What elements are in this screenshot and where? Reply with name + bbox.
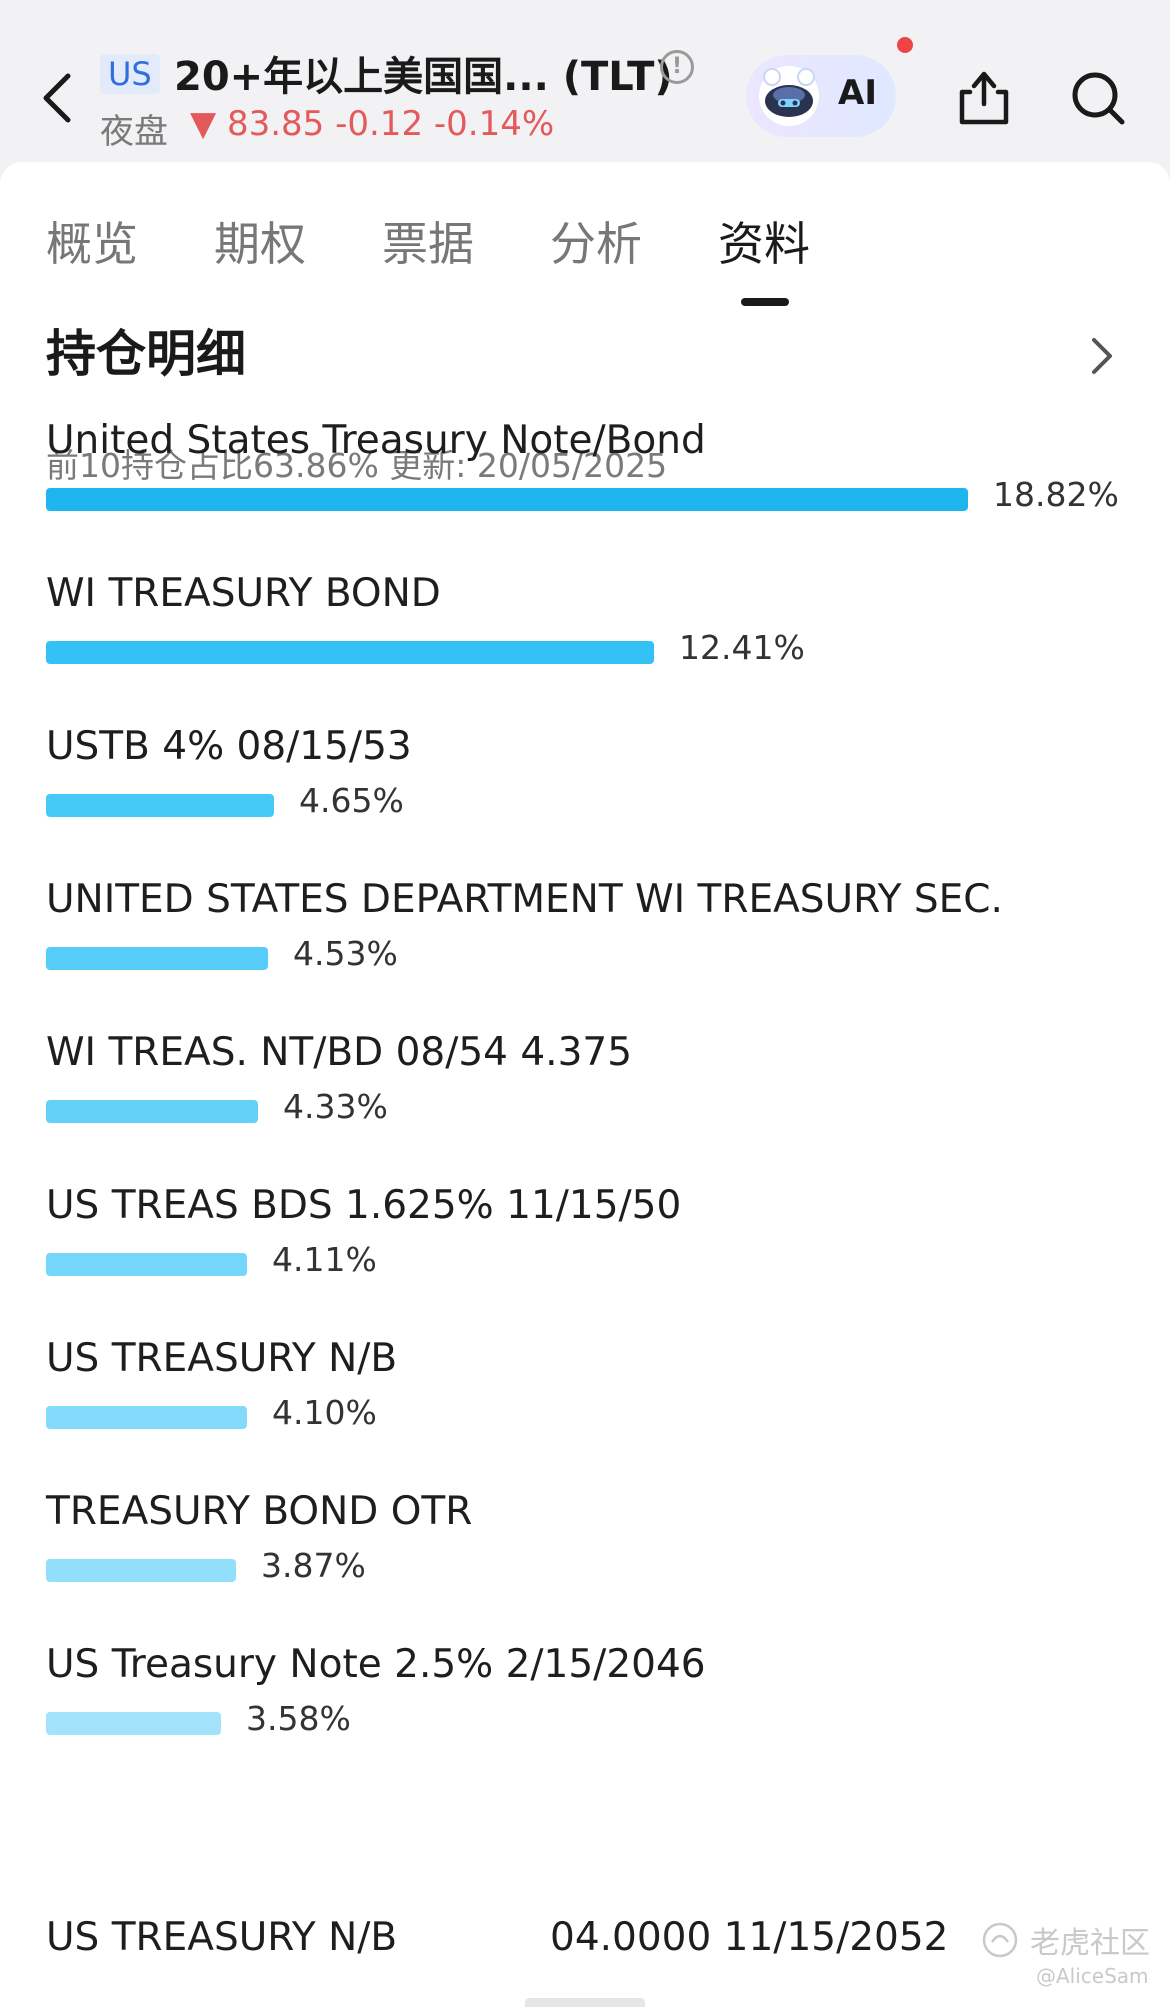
holding-weight-percent: 4.53% [293,934,398,973]
ai-assistant-button[interactable]: AI [746,55,896,137]
holding-row[interactable]: US TREAS BDS 1.625% 11/15/50 4.11% [46,1183,1136,1313]
holding-detail: 04.0000 11/15/2052 [550,1915,949,1960]
holding-weight-percent: 18.82% [993,475,1119,514]
holding-name: WI TREAS. NT/BD 08/54 4.375 [46,1030,633,1075]
watermark-user: @AliceSam [1036,1964,1149,1988]
holding-weight-bar [46,488,968,511]
stock-title[interactable]: 20+年以上美国国... (TLT) [174,44,673,102]
holding-weight-percent: 4.65% [299,781,404,820]
holding-row[interactable]: WI TREAS. NT/BD 08/54 4.375 4.33% [46,1030,1136,1160]
holding-row[interactable]: US TREASURY N/B 4.10% [46,1336,1136,1466]
holding-weight-percent: 4.11% [272,1240,377,1279]
holding-name: TREASURY BOND OTR [46,1489,473,1534]
holding-name: USTB 4% 08/15/53 [46,724,412,769]
trading-session-label: 夜盘 [100,112,168,152]
active-tab-indicator [741,298,789,306]
ai-label: AI [838,73,877,113]
search-icon[interactable] [1070,70,1126,126]
tab-notes[interactable]: 票据 [382,208,474,274]
chevron-right-icon[interactable] [1086,334,1116,378]
holding-row[interactable]: UNITED STATES DEPARTMENT WI TREASURY SEC… [46,877,1136,1007]
stock-header: US 20+年以上美国国... (TLT) ! 夜盘 ▼ 83.85 -0.12… [0,0,1170,162]
holding-name: US TREAS BDS 1.625% 11/15/50 [46,1183,682,1228]
tab-profile[interactable]: 资料 [718,208,810,274]
holding-row[interactable]: United States Treasury Note/Bond 18.82% [46,418,1136,548]
holding-weight-bar [46,1406,247,1429]
holding-row[interactable]: US Treasury Note 2.5% 2/15/2046 3.58% [46,1642,1136,1772]
holding-weight-percent: 12.41% [679,628,805,667]
watermark-brand: 老虎社区 [1030,1926,1150,1961]
info-icon[interactable]: ! [660,50,694,84]
market-region-tag: US [100,54,160,94]
tab-overview[interactable]: 概览 [46,208,138,274]
holding-weight-percent: 3.58% [246,1699,351,1738]
holding-weight-bar [46,1253,247,1276]
holding-row[interactable]: TREASURY BOND OTR 3.87% [46,1489,1136,1619]
holding-weight-percent: 4.33% [283,1087,388,1126]
holdings-section-title[interactable]: 持仓明细 [46,314,246,386]
holding-row[interactable]: USTB 4% 08/15/53 4.65% [46,724,1136,854]
content-panel: 概览 期权 票据 分析 资料 持仓明细 前10持仓占比63.86% 更新: 20… [0,162,1170,2007]
notification-dot [897,37,913,53]
holding-weight-bar [46,641,654,664]
ai-robot-icon [759,66,819,126]
tab-options[interactable]: 期权 [214,208,306,274]
holding-weight-bar [46,947,268,970]
price-quote: ▼ 83.85 -0.12 -0.14% [190,104,555,144]
holding-name: US TREASURY N/B [46,1336,398,1381]
holding-weight-bar [46,794,274,817]
share-icon[interactable] [956,68,1012,126]
holding-name: US Treasury Note 2.5% 2/15/2046 [46,1642,706,1687]
holding-name: WI TREASURY BOND [46,571,441,616]
holding-name: US TREASURY N/B [46,1915,398,1960]
holding-name: UNITED STATES DEPARTMENT WI TREASURY SEC… [46,877,1003,922]
holding-weight-percent: 3.87% [261,1546,366,1585]
holding-row[interactable]: WI TREASURY BOND 12.41% [46,571,1136,701]
holding-weight-percent: 4.10% [272,1393,377,1432]
holding-weight-bar [46,1712,221,1735]
bottom-sheet-handle[interactable] [525,1998,645,2007]
holding-name: United States Treasury Note/Bond [46,418,706,463]
holding-weight-bar [46,1559,236,1582]
back-arrow-icon[interactable] [38,68,78,128]
holding-weight-bar [46,1100,258,1123]
tab-analysis[interactable]: 分析 [550,208,642,274]
tiger-logo-icon [982,1922,1018,1958]
